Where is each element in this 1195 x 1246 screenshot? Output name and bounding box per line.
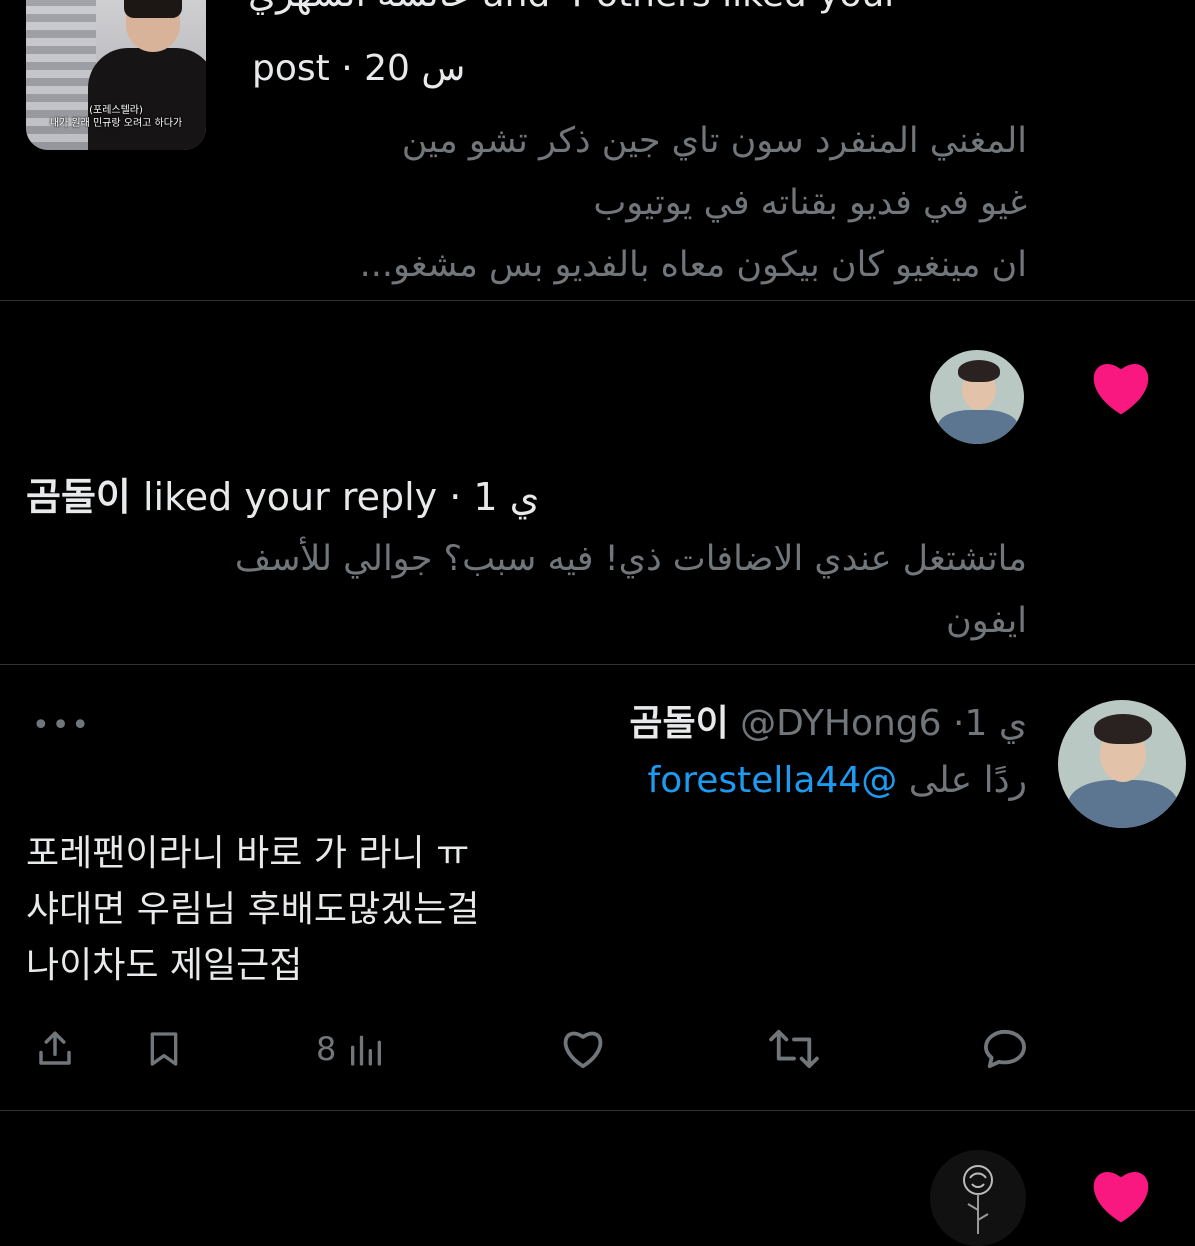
preview-line: غيو في فديو بقناته في يوتيوب: [593, 183, 1027, 223]
thumbnail-caption-line: 내가 원래 민규랑 오려고 하다가: [49, 118, 183, 129]
divider: [0, 300, 1195, 301]
divider: [0, 1110, 1195, 1111]
bookmark-button[interactable]: [144, 1026, 184, 1072]
thumbnail-person-hair: [124, 0, 182, 18]
notification-post-preview[interactable]: المغني المنفرد سون تاي جين ذكر تشو مين غ…: [227, 110, 1027, 296]
display-name[interactable]: 곰돌이: [629, 703, 728, 744]
notification-action: liked your reply · 1 ي: [130, 475, 540, 519]
notification-reply-preview[interactable]: ماتشتغل عندي الاضافات ذي! فيه سبب؟ جوالي…: [47, 528, 1027, 652]
preview-line: ان مينغيو كان بيكون معاه بالفديو بس مشغو…: [359, 245, 1027, 285]
thumbnail-caption: (포레스텔라) 내가 원래 민규랑 오려고 하다가: [26, 104, 206, 130]
rose-icon: [963, 1165, 993, 1234]
divider: [0, 664, 1195, 665]
like-button[interactable]: [560, 1026, 606, 1072]
reply-button[interactable]: [982, 1026, 1028, 1072]
views-count: 8: [316, 1030, 337, 1068]
avatar-hair: [958, 360, 1000, 382]
tweet-header: 곰돌이 @DYHong6 ·1 ي: [629, 694, 1027, 746]
retweet-icon: [769, 1029, 819, 1069]
avatar-hair: [1094, 714, 1152, 744]
preview-line: المغني المنفرد سون تاي جين ذكر تشو مين: [401, 121, 1027, 161]
preview-line: ايفون: [946, 601, 1027, 641]
bookmark-icon: [150, 1032, 178, 1066]
views-icon: [351, 1035, 382, 1066]
notification-meta: post · 20 س: [252, 48, 466, 89]
retweet-button[interactable]: [768, 1026, 820, 1072]
avatar[interactable]: [930, 350, 1024, 444]
thumbnail-caption-line: (포레스텔라): [89, 105, 143, 116]
thumbnail-person-coat: [88, 48, 206, 150]
tweet-text[interactable]: 포레팬이라니 바로 가 라니 ㅠ 샤대면 우림님 후배도많겠는걸 나이차도 제일…: [26, 826, 479, 994]
heart-filled-icon: [1093, 364, 1149, 415]
more-options-button[interactable]: •••: [32, 708, 91, 743]
replying-prefix: ردًا على: [897, 760, 1027, 801]
replying-to-link[interactable]: @forestella44: [648, 760, 898, 801]
avatar-jacket: [938, 410, 1018, 444]
handle-time[interactable]: @DYHong6 ·1 ي: [740, 703, 1027, 744]
notification-user[interactable]: 곰돌이: [26, 475, 131, 519]
tweet-line: 나이차도 제일근접: [26, 945, 303, 986]
notification-header-cut: عائشة الشهري and 4 others liked your: [248, 0, 899, 15]
notification-text[interactable]: 곰돌이 liked your reply · 1 ي: [26, 466, 539, 521]
preview-line: ماتشتغل عندي الاضافات ذي! فيه سبب؟ جوالي…: [234, 539, 1027, 579]
share-icon: [39, 1031, 71, 1065]
heart-filled-icon: [1093, 1172, 1149, 1223]
share-button[interactable]: [34, 1026, 76, 1072]
tweet-line: 포레팬이라니 바로 가 라니 ㅠ: [26, 833, 470, 874]
avatar-jacket: [1068, 780, 1178, 828]
replying-to: ردًا على @forestella44: [648, 760, 1027, 801]
avatar[interactable]: [1058, 700, 1186, 828]
tweet-line: 샤대면 우림님 후배도많겠는걸: [26, 889, 480, 930]
avatar[interactable]: [930, 1150, 1026, 1246]
views-button[interactable]: 8: [316, 1026, 386, 1072]
reply-icon: [984, 1029, 1026, 1069]
heart-outline-icon: [563, 1031, 603, 1069]
post-thumbnail[interactable]: (포레스텔라) 내가 원래 민규랑 오려고 하다가: [26, 0, 206, 150]
